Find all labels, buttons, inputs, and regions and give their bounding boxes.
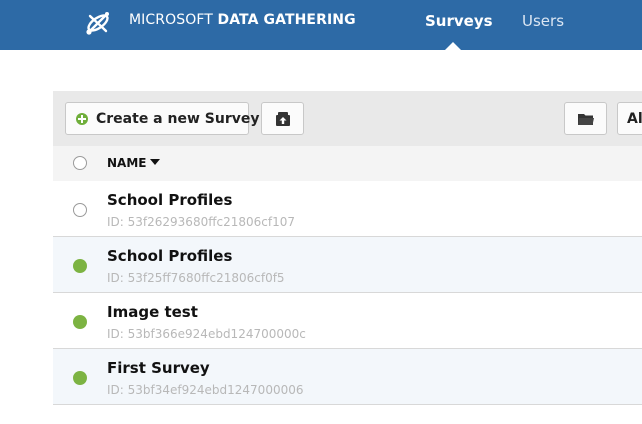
folder-icon — [578, 114, 594, 125]
table-row[interactable]: Image test ID: 53bf366e924ebd124700000c — [53, 293, 642, 349]
all-filter-button[interactable]: Al — [617, 102, 642, 135]
survey-name[interactable]: Image test — [107, 303, 198, 321]
status-active-icon — [73, 315, 87, 329]
survey-id: ID: 53bf366e924ebd124700000c — [107, 327, 306, 341]
upload-box-icon — [276, 112, 290, 126]
survey-name[interactable]: First Survey — [107, 359, 210, 377]
table-row[interactable]: School Profiles ID: 53f25ff7680ffc21806c… — [53, 237, 642, 293]
survey-id: ID: 53bf34ef924ebd1247000006 — [107, 383, 304, 397]
status-active-icon — [73, 259, 87, 273]
all-filter-label: Al — [627, 111, 642, 127]
sort-desc-icon — [150, 158, 161, 165]
import-button[interactable] — [261, 102, 304, 135]
brand-part-2: DATA GATHERING — [217, 12, 356, 28]
create-survey-label: Create a new Survey — [96, 111, 260, 127]
status-inactive-icon — [73, 203, 87, 217]
nav-users[interactable]: Users — [522, 12, 564, 30]
survey-name[interactable]: School Profiles — [107, 247, 232, 265]
name-column-label: NAME — [107, 156, 147, 170]
survey-toolbar: Create a new Survey Al — [53, 91, 642, 146]
survey-name[interactable]: School Profiles — [107, 191, 232, 209]
survey-id: ID: 53f26293680ffc21806cf107 — [107, 215, 295, 229]
top-navigation-bar: MICROSOFT DATA GATHERING Surveys Users — [0, 0, 642, 50]
folder-button[interactable] — [564, 102, 607, 135]
logo-icon — [86, 12, 109, 35]
status-active-icon — [73, 371, 87, 385]
active-nav-indicator — [445, 42, 461, 50]
survey-id: ID: 53f25ff7680ffc21806cf0f5 — [107, 271, 285, 285]
brand-part-1: MICROSOFT — [129, 12, 213, 28]
table-header: NAME — [53, 146, 642, 181]
plus-circle-icon — [76, 113, 88, 125]
table-row[interactable]: School Profiles ID: 53f26293680ffc21806c… — [53, 181, 642, 237]
survey-list: School Profiles ID: 53f26293680ffc21806c… — [53, 181, 642, 405]
create-survey-button[interactable]: Create a new Survey — [65, 102, 259, 135]
select-all-radio[interactable] — [73, 156, 87, 170]
table-row[interactable]: First Survey ID: 53bf34ef924ebd124700000… — [53, 349, 642, 405]
name-column-header[interactable]: NAME — [107, 156, 161, 170]
brand-title: MICROSOFT DATA GATHERING — [129, 12, 356, 28]
nav-surveys[interactable]: Surveys — [425, 12, 493, 30]
